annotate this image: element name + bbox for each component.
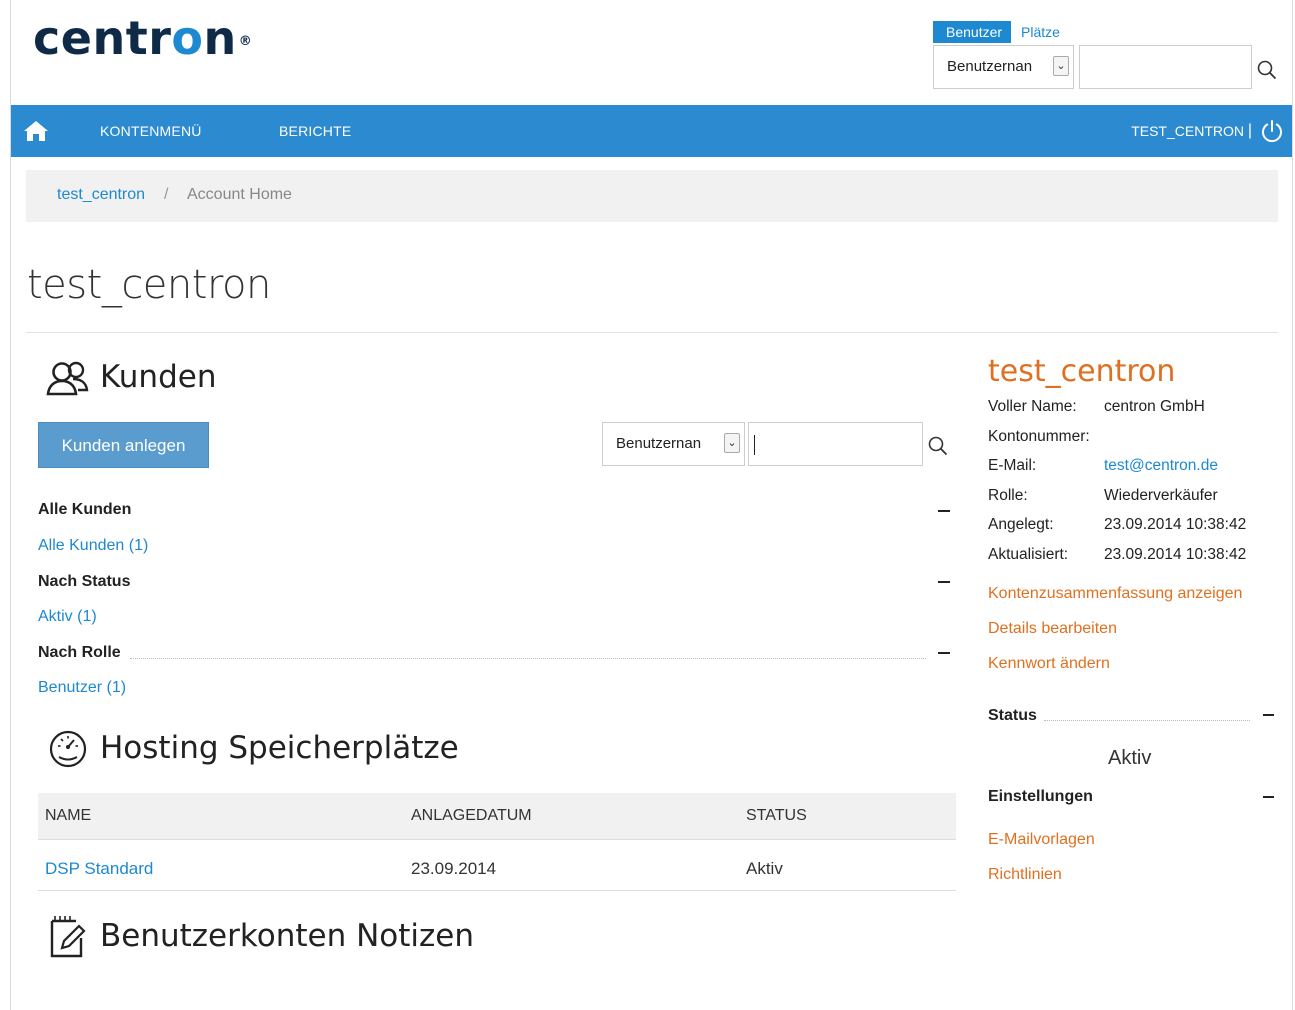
value-rolle: Wiederverkäufer — [1104, 487, 1218, 504]
group-collapse-toggle[interactable] — [938, 510, 950, 512]
search-icon[interactable] — [927, 435, 949, 457]
group-collapse-toggle[interactable] — [938, 652, 950, 654]
label-rolle: Rolle: — [988, 487, 1028, 504]
link-alle-kunden[interactable]: Alle Kunden (1) — [38, 535, 148, 557]
action-kontenzusammenfassung[interactable]: Kontenzusammenfassung anzeigen — [988, 583, 1242, 605]
link-richtlinien[interactable]: Richtlinien — [988, 864, 1062, 886]
nav-kontenmenu[interactable]: KONTENMENÜ — [100, 105, 202, 157]
top-search-field-value: Benutzernan — [947, 58, 1033, 75]
main-navbar: KONTENMENÜ BERICHTE TEST_CENTRON | — [11, 105, 1292, 157]
group-heading-nach-rolle: Nach Rolle — [38, 644, 121, 661]
hosting-table-header: NAME ANLAGEDATUM STATUS — [38, 793, 956, 840]
search-icon[interactable] — [1256, 59, 1278, 81]
tab-benutzer[interactable]: Benutzer — [933, 21, 1012, 43]
label-aktualisiert: Aktualisiert: — [988, 546, 1069, 563]
kunden-anlegen-button[interactable]: Kunden anlegen — [38, 422, 209, 468]
page-title: test_centron — [27, 262, 271, 308]
value-angelegt: 23.09.2014 10:38:42 — [1104, 516, 1247, 533]
link-status-aktiv[interactable]: Aktiv (1) — [38, 606, 97, 628]
kunden-search-field-value: Benutzernan — [616, 435, 702, 452]
kunden-title: Kunden — [100, 359, 217, 395]
link-rolle-benutzer[interactable]: Benutzer (1) — [38, 677, 126, 699]
action-details-bearbeiten[interactable]: Details bearbeiten — [988, 618, 1117, 640]
chevron-down-icon[interactable]: ⌄ — [1053, 56, 1069, 76]
breadcrumb-current: Account Home — [187, 186, 292, 203]
notepad-icon — [50, 916, 86, 958]
tab-plaetze[interactable]: Plätze — [1011, 21, 1060, 43]
action-kennwort-aendern[interactable]: Kennwort ändern — [988, 653, 1110, 675]
power-icon[interactable] — [1260, 119, 1284, 143]
row-anlagedatum: 23.09.2014 — [411, 859, 497, 878]
row-status: Aktiv — [746, 859, 783, 878]
account-name-heading: test_centron — [988, 354, 1176, 389]
group-heading-alle-kunden: Alle Kunden — [38, 501, 132, 518]
label-angelegt: Angelegt: — [988, 516, 1054, 533]
settings-collapse-toggle[interactable] — [1263, 796, 1274, 798]
column-header-anlagedatum[interactable]: ANLAGEDATUM — [411, 793, 532, 839]
breadcrumb-separator: / — [164, 186, 169, 203]
column-header-status[interactable]: STATUS — [746, 793, 807, 839]
users-icon — [46, 361, 89, 396]
nav-user-name[interactable]: TEST_CENTRON — [1131, 105, 1244, 157]
link-email-vorlagen[interactable]: E-Mailvorlagen — [988, 829, 1095, 851]
settings-heading: Einstellungen — [988, 788, 1093, 805]
top-search-input[interactable] — [1079, 45, 1252, 89]
nav-separator: | — [1247, 122, 1252, 139]
hosting-title: Hosting Speicherplätze — [100, 730, 459, 766]
label-kontonummer: Kontonummer: — [988, 428, 1090, 445]
text-cursor — [754, 435, 755, 455]
kunden-search-field-select[interactable]: Benutzernan ⌄ — [602, 422, 745, 466]
notizen-title: Benutzerkonten Notizen — [100, 918, 474, 954]
chevron-down-icon[interactable]: ⌄ — [724, 433, 740, 453]
status-collapse-toggle[interactable] — [1263, 714, 1274, 716]
table-row: DSP Standard 23.09.2014 Aktiv — [38, 846, 956, 891]
frame-border-right — [1292, 0, 1293, 1010]
status-heading: Status — [988, 707, 1037, 724]
top-search-field-select[interactable]: Benutzernan ⌄ — [933, 45, 1074, 89]
group-collapse-toggle[interactable] — [938, 581, 950, 583]
row-name-link[interactable]: DSP Standard — [45, 846, 153, 892]
dotted-divider — [130, 658, 926, 659]
nav-berichte[interactable]: BERICHTE — [279, 105, 351, 157]
value-aktualisiert: 23.09.2014 10:38:42 — [1104, 546, 1247, 563]
breadcrumb: test_centron / Account Home — [26, 170, 1278, 222]
centron-logo[interactable]: centron ® — [33, 10, 252, 66]
group-heading-nach-status: Nach Status — [38, 573, 131, 590]
label-email: E-Mail: — [988, 457, 1037, 474]
label-voller-name: Voller Name: — [988, 398, 1077, 415]
column-header-name[interactable]: NAME — [45, 793, 91, 839]
value-email-link[interactable]: test@centron.de — [1104, 455, 1218, 477]
top-search-tabs: Benutzer Plätze — [933, 21, 1060, 43]
dotted-divider — [1044, 720, 1250, 721]
home-icon[interactable] — [23, 119, 49, 143]
value-voller-name: centron GmbH — [1104, 398, 1205, 415]
status-value: Aktiv — [1108, 747, 1152, 769]
gauge-icon — [49, 730, 87, 768]
kunden-search-input[interactable] — [748, 422, 923, 466]
breadcrumb-account-link[interactable]: test_centron — [57, 170, 145, 220]
title-divider — [26, 332, 1278, 333]
